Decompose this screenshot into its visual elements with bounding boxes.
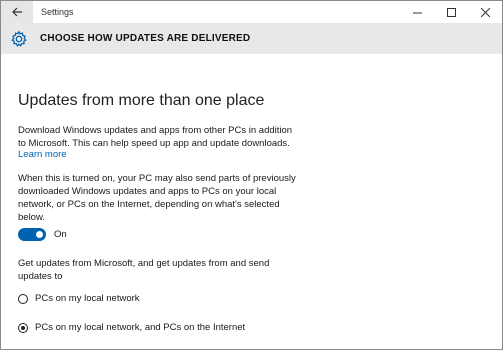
window-title: Settings [41, 7, 74, 17]
explanation-text: When this is turned on, your PC may also… [18, 173, 296, 223]
section-heading: Updates from more than one place [18, 92, 265, 109]
delivery-optimization-toggle[interactable] [18, 228, 46, 241]
gear-icon [11, 30, 27, 47]
maximize-icon [446, 7, 456, 17]
toggle-state-label: On [54, 229, 67, 240]
minimize-button[interactable] [400, 1, 434, 23]
minimize-icon [412, 12, 422, 13]
settings-window: Settings CHOOSE HOW UPDATES ARE DELIVERE… [0, 0, 503, 350]
window-controls [400, 1, 502, 23]
radio-local-network[interactable]: PCs on my local network [18, 293, 140, 304]
close-icon [480, 7, 490, 17]
intro-text: Download Windows updates and apps from o… [18, 125, 293, 149]
toggle-knob [36, 231, 43, 238]
radio-label: PCs on my local network [35, 293, 140, 304]
maximize-button[interactable] [434, 1, 468, 23]
page-header: CHOOSE HOW UPDATES ARE DELIVERED [1, 23, 502, 54]
close-button[interactable] [468, 1, 502, 23]
back-arrow-icon [11, 7, 22, 17]
choice-prompt: Get updates from Microsoft, and get upda… [18, 258, 270, 282]
delivery-toggle-row: On [18, 228, 67, 241]
title-bar: Settings [1, 1, 502, 23]
radio-label: PCs on my local network, and PCs on the … [35, 322, 246, 333]
page-title: CHOOSE HOW UPDATES ARE DELIVERED [40, 33, 251, 44]
radio-button[interactable] [18, 293, 28, 304]
learn-more-link[interactable]: Learn more [18, 149, 67, 160]
radio-local-and-internet[interactable]: PCs on my local network, and PCs on the … [18, 322, 245, 333]
back-button[interactable] [1, 1, 33, 23]
radio-button-selected[interactable] [18, 322, 28, 333]
